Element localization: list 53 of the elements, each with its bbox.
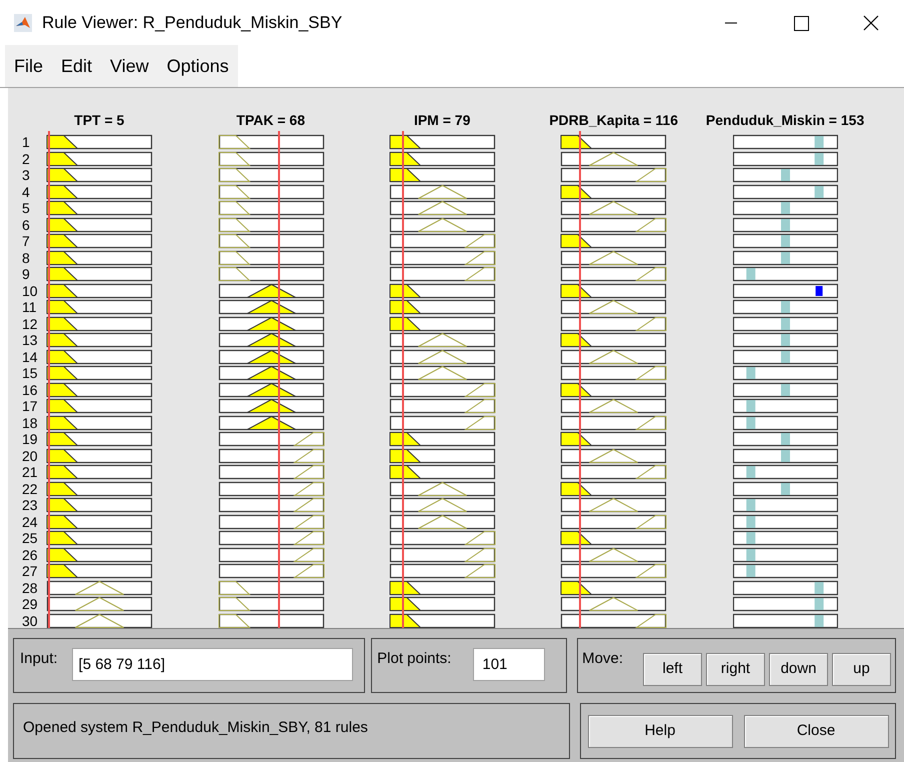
rule-number: 4 <box>22 184 30 199</box>
rule-number: 12 <box>22 316 38 331</box>
rule-number: 30 <box>22 614 38 628</box>
rule-number: 24 <box>22 514 38 529</box>
menu-item[interactable]: Edit <box>52 45 102 87</box>
rule-number: 28 <box>22 580 38 595</box>
rule-number: 23 <box>22 498 38 512</box>
move-label: Move: <box>582 649 623 669</box>
rule-number: 2 <box>22 152 30 166</box>
menu-item[interactable]: File <box>5 45 52 87</box>
rule-number: 10 <box>22 284 38 298</box>
push-button[interactable]: right <box>706 653 765 686</box>
rule-number: 22 <box>22 482 38 496</box>
push-button[interactable]: Close <box>744 714 888 748</box>
menu-item[interactable]: View <box>101 45 158 87</box>
rule-number: 11 <box>22 300 37 314</box>
rule-number: 27 <box>22 564 38 578</box>
rule-number: 26 <box>22 548 38 562</box>
plot-points-field[interactable]: 101 <box>473 648 546 681</box>
rule-number: 1 <box>22 135 30 150</box>
rule-number: 19 <box>22 432 38 446</box>
plot-points-label: Plot points: <box>377 649 452 669</box>
rule-number: 16 <box>22 382 38 397</box>
rule-number: 15 <box>22 366 38 380</box>
app-logo-icon <box>14 14 32 32</box>
push-button[interactable]: up <box>832 653 891 686</box>
push-button[interactable]: Help <box>588 714 732 748</box>
rule-number: 7 <box>22 234 30 248</box>
variable-title: IPM = 79 <box>414 110 470 130</box>
input-field[interactable]: [5 68 79 116] <box>72 648 353 681</box>
variable-title: Penduduk_Miskin = 153 <box>706 110 864 130</box>
rule-number: 9 <box>22 267 30 282</box>
variable-title: TPAK = 68 <box>236 110 305 130</box>
variable-title: PDRB_Kapita = 116 <box>549 110 678 130</box>
status-message: Opened system R_Penduduk_Miskin_SBY, 81 rules <box>23 719 368 736</box>
rule-number: 29 <box>22 597 38 612</box>
rule-number: 6 <box>22 218 30 232</box>
rule-number: 18 <box>22 416 38 430</box>
rule-number: 14 <box>22 350 38 364</box>
rule-number: 17 <box>22 399 38 414</box>
push-button[interactable]: down <box>769 653 828 686</box>
rule-number: 3 <box>22 168 30 182</box>
menu-item[interactable]: Options <box>158 45 238 87</box>
rule-number: 5 <box>22 201 30 216</box>
rule-number: 8 <box>22 250 30 265</box>
window-title: Rule Viewer: R_Penduduk_Miskin_SBY <box>42 12 342 34</box>
input-label: Input: <box>20 649 58 669</box>
rule-number: 13 <box>22 333 38 348</box>
rule-number: 21 <box>22 465 38 480</box>
push-button[interactable]: left <box>643 653 702 686</box>
rule-number: 25 <box>22 531 38 546</box>
rule-number: 20 <box>22 448 38 463</box>
variable-title: TPT = 5 <box>74 110 124 130</box>
